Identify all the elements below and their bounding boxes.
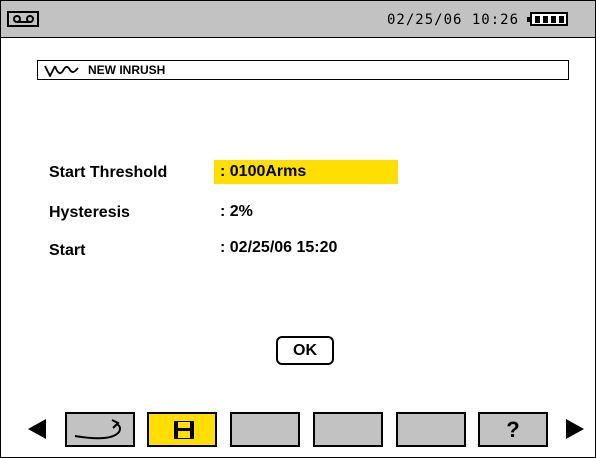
date-time: 02/25/06 10:26 xyxy=(387,12,520,28)
ok-button[interactable]: OK xyxy=(276,336,334,365)
save-icon xyxy=(174,421,194,439)
return-icon xyxy=(74,419,121,440)
right-arrow-icon[interactable] xyxy=(566,419,584,439)
inrush-wave-icon xyxy=(44,65,79,77)
start-threshold-field[interactable]: : 0100Arms xyxy=(214,160,398,184)
hysteresis-field[interactable]: : 2% xyxy=(214,203,253,221)
help-button[interactable]: ? xyxy=(478,412,548,447)
status-bar: 02/25/06 10:26 xyxy=(1,1,595,38)
left-arrow-icon[interactable] xyxy=(28,419,46,439)
return-button[interactable] xyxy=(65,412,135,447)
start-threshold-label: Start Threshold xyxy=(49,164,168,181)
cassette-icon xyxy=(7,11,39,27)
softkey-5[interactable] xyxy=(396,412,466,447)
start-label: Start xyxy=(49,242,86,259)
start-field[interactable]: : 02/25/06 15:20 xyxy=(214,239,337,257)
softkey-3[interactable] xyxy=(230,412,300,447)
help-icon: ? xyxy=(506,417,520,442)
screen-title-bar: NEW INRUSH xyxy=(37,60,569,80)
hysteresis-label: Hysteresis xyxy=(49,204,130,221)
screen-title: NEW INRUSH xyxy=(88,63,166,77)
save-button[interactable] xyxy=(147,412,217,447)
softkey-4[interactable] xyxy=(313,412,383,447)
battery-icon xyxy=(527,12,568,26)
